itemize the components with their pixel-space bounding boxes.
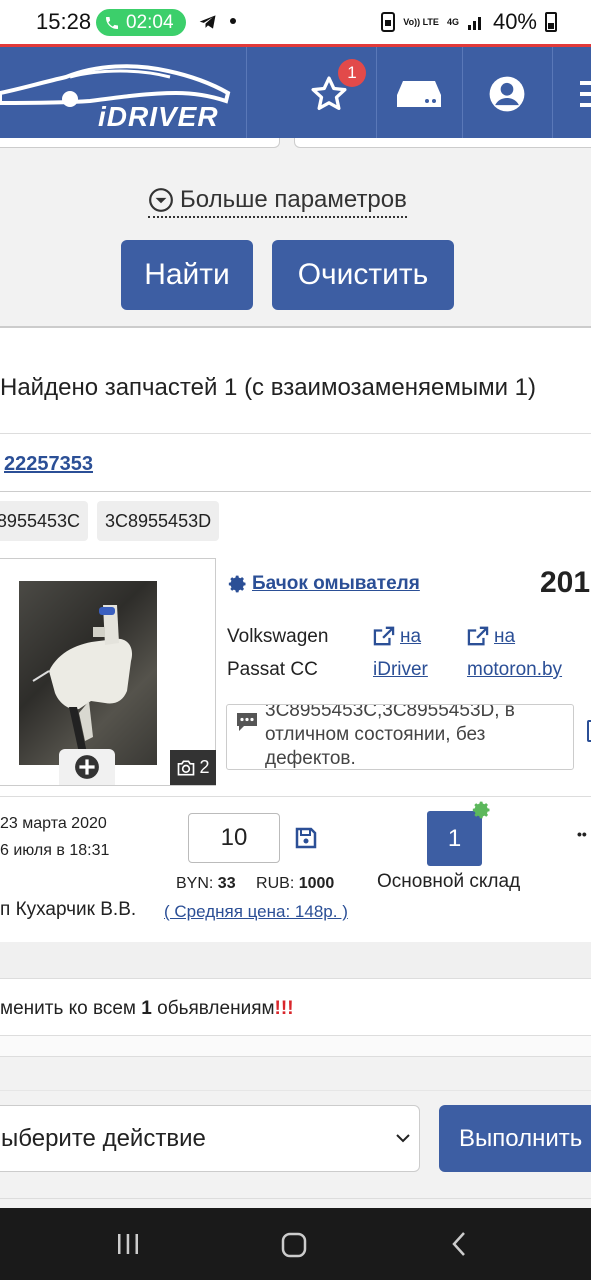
status-time: 15:28 [36, 9, 92, 34]
header-divider [246, 47, 247, 141]
volte-indicator: Vo)) LTE [403, 16, 439, 27]
system-nav-bar [0, 1208, 591, 1280]
favorites-badge: 1 [338, 59, 366, 87]
car-model: Passat CC [227, 659, 318, 680]
call-indicator[interactable]: 02:04 [96, 9, 186, 36]
divider [0, 491, 591, 492]
logo-text: iDRIVER [98, 101, 219, 132]
edit-icon[interactable] [587, 720, 591, 742]
external-link-icon [467, 626, 489, 646]
clear-button[interactable]: Очистить [272, 240, 454, 310]
divider [0, 433, 591, 434]
chevron-down-icon [396, 1134, 410, 1143]
oem-code-chip[interactable]: 3C8955453D [97, 501, 220, 541]
menu-icon [580, 81, 591, 107]
part-number-link[interactable]: 22257353 [4, 453, 93, 476]
date-updated: 6 июля в 18:31 [0, 842, 110, 859]
idriver-link-bottom[interactable]: iDriver [373, 659, 428, 681]
comment-box[interactable]: 3C8955453C,3C8955453D, в отличном состоя… [226, 704, 574, 770]
find-button[interactable]: Найти [121, 240, 253, 310]
motoron-link-bottom[interactable]: motoron.by [467, 659, 562, 681]
chevron-down-circle-icon [149, 188, 173, 212]
signal-icon [467, 17, 481, 30]
byn-value: 33 [217, 875, 236, 892]
part-title-link[interactable]: Бачок омывателя [228, 573, 420, 595]
more-params-label: Больше параметров [180, 186, 407, 213]
favorites-button[interactable] [282, 47, 376, 141]
search-panel: Больше параметров Найти Очистить [0, 138, 591, 328]
plus-circle-icon [75, 755, 99, 779]
gear-icon [228, 575, 246, 593]
status-bar: 15:28 02:04 Vo)) LTE 4G 40% [0, 0, 591, 44]
apply-all-text[interactable]: менить ко всем 1 обьявлениям!!! [0, 998, 294, 1020]
garage-button[interactable] [376, 47, 462, 141]
status-right: Vo)) LTE 4G 40% [381, 9, 557, 35]
account-button[interactable] [462, 47, 552, 141]
home-icon[interactable] [281, 1232, 307, 1258]
telegram-icon [199, 15, 216, 29]
apply-all-exclaim: !!! [274, 998, 294, 1019]
seller-name: п Кухарчик В.В. [0, 899, 137, 920]
comment-text: 3C8955453C,3C8955453D, в отличном состоя… [265, 704, 515, 769]
battery-percent: 40% [492, 9, 537, 34]
section-band [0, 942, 591, 978]
execute-button[interactable]: Выполнить [439, 1105, 591, 1172]
notification-dot [230, 18, 236, 24]
results-count: Найдено запчастей 1 (с взаимозаменяемыми… [0, 374, 537, 401]
call-timer: 02:04 [126, 11, 174, 33]
app-header: iDRIVER 1 [0, 44, 591, 141]
action-select[interactable]: ыберите действие [0, 1105, 420, 1172]
part-year: 201 [540, 566, 591, 599]
photo-count: 2 [199, 757, 210, 777]
phone-icon [106, 16, 118, 29]
idriver-link-top[interactable]: на [400, 626, 421, 648]
external-link-icon [373, 626, 395, 646]
recent-apps-icon[interactable] [116, 1232, 140, 1256]
more-params-toggle[interactable]: Больше параметров [148, 186, 407, 218]
car-make: Volkswagen [227, 626, 329, 647]
sim-icon [381, 12, 396, 32]
rub-value: 1000 [298, 875, 335, 892]
part-title: Бачок омывателя [252, 573, 420, 594]
save-icon[interactable] [294, 826, 318, 850]
byn-label: BYN: [176, 875, 214, 892]
quantity-input[interactable]: 10 [188, 813, 280, 863]
apply-all-count: 1 [141, 998, 152, 1019]
warehouse-name: Основной склад [377, 871, 521, 892]
apply-all-suffix: обьявлениям [151, 998, 275, 1019]
divider [0, 1198, 591, 1199]
network-4g-indicator: 4G [446, 16, 459, 27]
washer-tank-image [32, 605, 133, 753]
search-field-stub[interactable] [0, 138, 280, 148]
search-field-stub[interactable] [294, 138, 591, 148]
comment-icon [237, 713, 257, 731]
rub-label: RUB: [256, 875, 295, 892]
photo-count-badge[interactable]: 2 [170, 750, 216, 785]
camera-icon [178, 760, 195, 775]
motoron-link-top[interactable]: на [494, 626, 515, 648]
action-select-value: ыберите действие [1, 1124, 206, 1152]
add-photo-button[interactable] [59, 749, 115, 785]
section-band [0, 1036, 591, 1056]
part-photo[interactable] [19, 581, 157, 765]
menu-button[interactable] [566, 47, 591, 141]
average-price-link[interactable]: ( Средняя цена: 148р. ) [164, 902, 348, 922]
user-icon [489, 76, 525, 112]
gear-icon[interactable] [472, 800, 492, 820]
price-row: BYN: 33 RUB: 1000 [176, 875, 334, 893]
more-options[interactable]: •• [577, 826, 587, 842]
date-added: 23 марта 2020 [0, 815, 107, 832]
hard-drive-icon [397, 81, 441, 107]
oem-code-chip[interactable]: 3C8955453C [0, 501, 88, 541]
divider [0, 1090, 591, 1091]
apply-all-prefix: менить ко всем [0, 998, 142, 1019]
idriver-logo[interactable]: iDRIVER [0, 55, 240, 135]
back-icon[interactable] [450, 1230, 468, 1258]
battery-icon [545, 12, 557, 32]
header-divider [552, 47, 553, 141]
